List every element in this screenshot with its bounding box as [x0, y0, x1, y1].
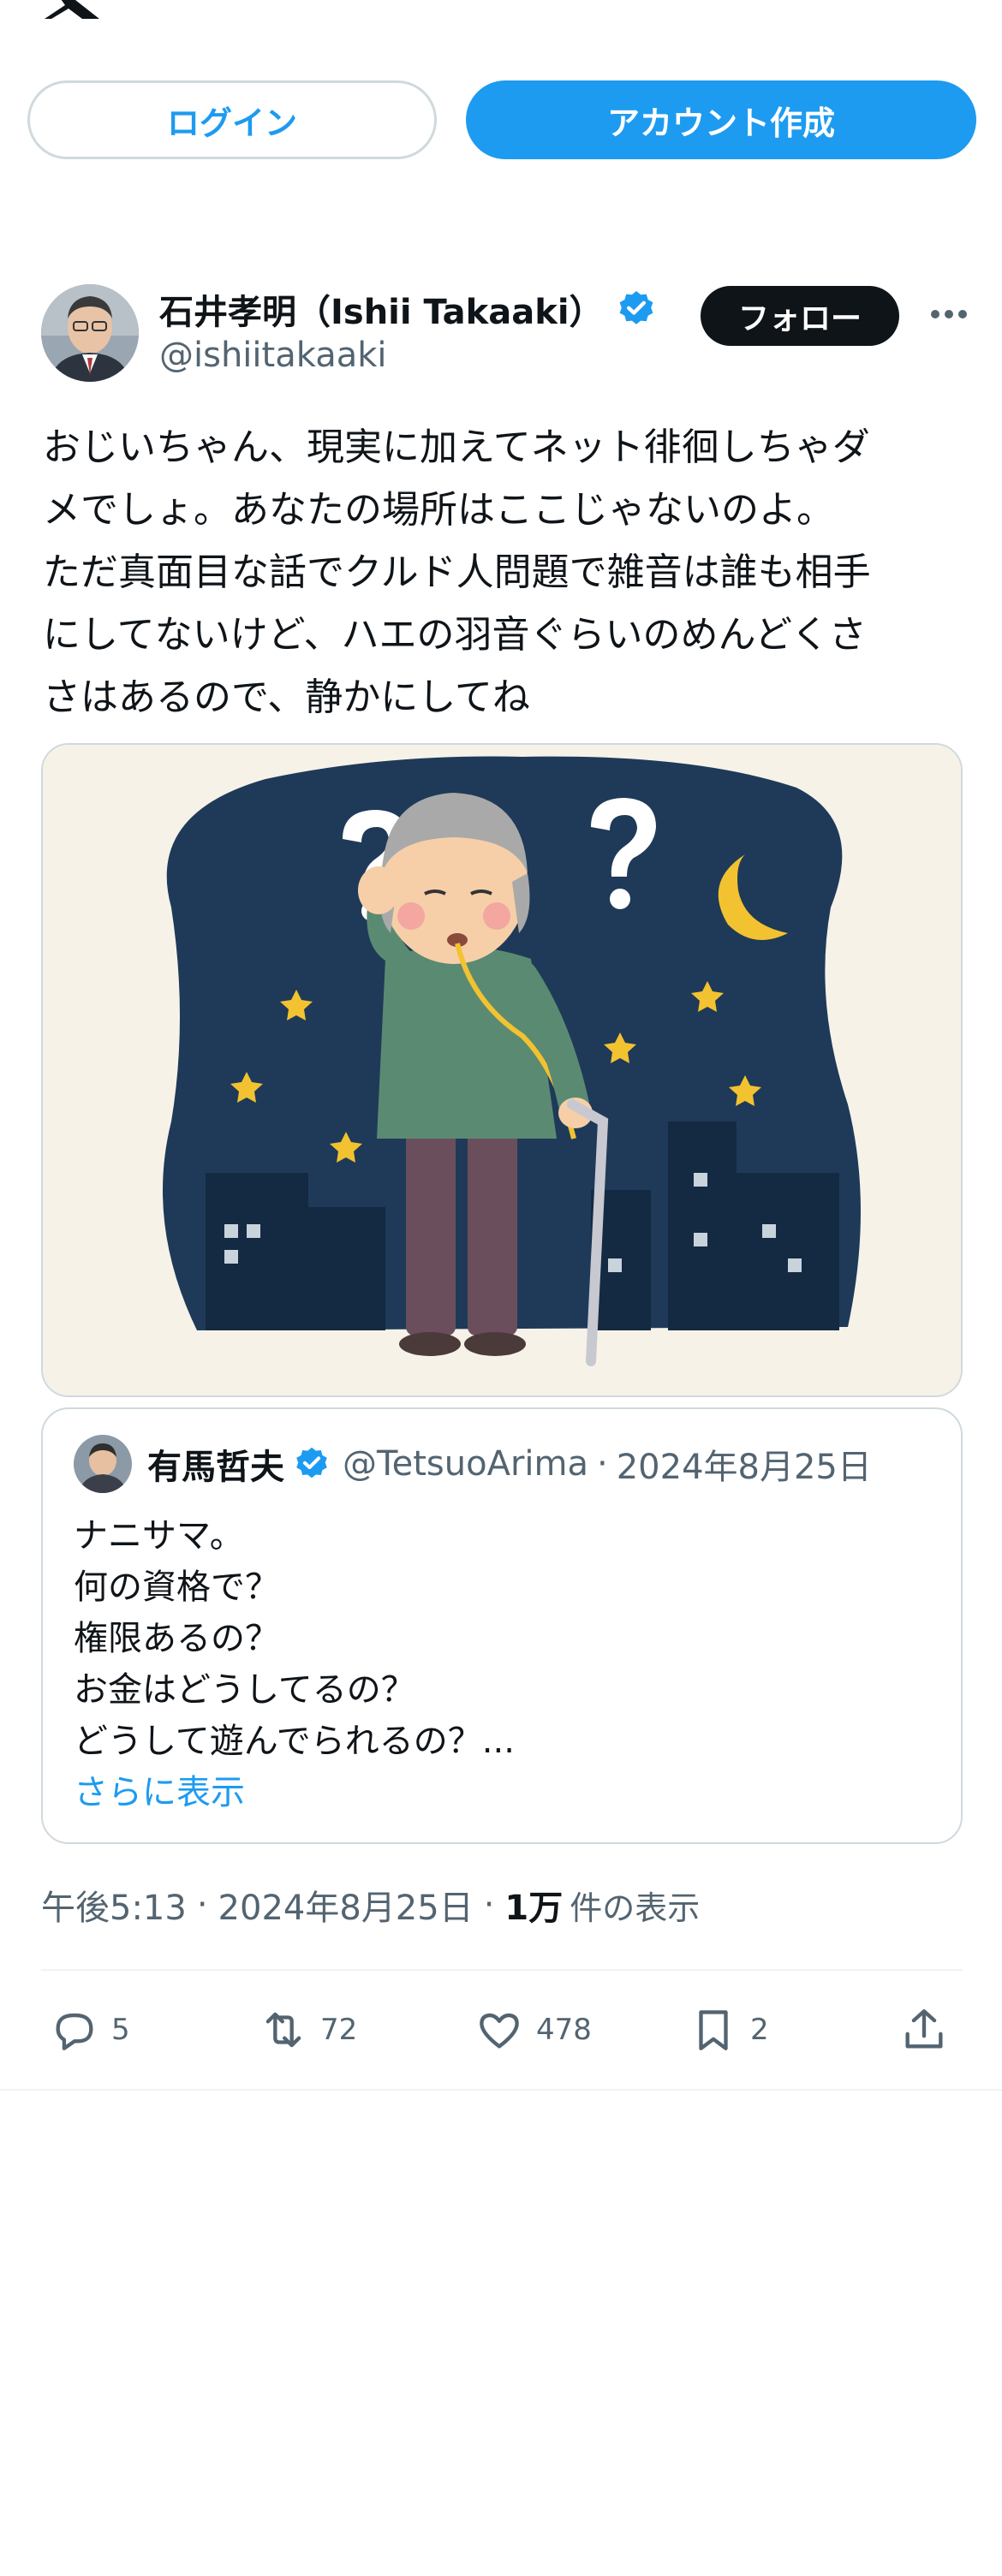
- quote-line: どうして遊んでられるの？...: [74, 1722, 515, 1761]
- quote-separator: ·: [597, 1444, 608, 1484]
- tweet-image[interactable]: [41, 743, 963, 1397]
- heart-icon: [480, 2013, 519, 2049]
- quoted-tweet[interactable]: 有馬哲夫 @TetsuoArima · 2024年8月25日 ナニサマ。 何の資…: [41, 1407, 963, 1844]
- tweet-text-line: にしてないけど、ハエの羽音ぐらいのめんどくさ: [43, 613, 867, 657]
- tweet-meta: 午後5:13 · 2024年8月25日 · 1万 件の表示: [41, 1880, 700, 1930]
- x-logo-icon[interactable]: [41, 0, 101, 19]
- author-avatar[interactable]: [41, 284, 139, 382]
- action-bar: 5 72 478 2: [41, 2000, 975, 2060]
- login-button[interactable]: ログイン: [27, 80, 437, 159]
- author-handle[interactable]: @ishiitakaaki: [159, 336, 387, 375]
- like-count: 478: [536, 2013, 592, 2047]
- repost-count: 72: [320, 2013, 358, 2047]
- meta-separator: ·: [196, 1885, 208, 1925]
- tweet-time[interactable]: 午後5:13: [41, 1880, 187, 1930]
- quote-header: 有馬哲夫 @TetsuoArima · 2024年8月25日: [74, 1435, 872, 1493]
- like-button[interactable]: 478: [474, 2000, 592, 2060]
- bookmark-button[interactable]: 2: [689, 2000, 769, 2060]
- reply-icon: [56, 2013, 93, 2050]
- reply-button[interactable]: 5: [50, 2000, 130, 2060]
- more-options-icon[interactable]: [923, 293, 975, 336]
- quote-author-avatar[interactable]: [74, 1435, 132, 1493]
- quote-author-name[interactable]: 有馬哲夫: [147, 1439, 284, 1489]
- views-label: 件の表示: [570, 1889, 701, 1927]
- signup-button[interactable]: アカウント作成: [466, 80, 976, 159]
- tweet-date[interactable]: 2024年8月25日: [218, 1880, 474, 1930]
- follow-button[interactable]: フォロー: [701, 286, 899, 346]
- tweet-header: 石井孝明（Ishii Takaaki） @ishiitakaaki フォロー: [41, 283, 975, 385]
- repost-icon: [265, 2012, 301, 2048]
- quote-author-handle[interactable]: @TetsuoArima: [343, 1444, 588, 1484]
- show-more-link[interactable]: さらに表示: [74, 1767, 515, 1818]
- reply-count: 5: [111, 2013, 130, 2047]
- quote-body: ナニサマ。 何の資格で？ 権限あるの？ お金はどうしてるの？ どうして遊んでられ…: [74, 1510, 515, 1818]
- bookmark-icon: [699, 2010, 728, 2050]
- auth-buttons: ログイン アカウント作成: [27, 80, 976, 161]
- verified-badge-icon: [619, 291, 653, 324]
- divider: [0, 2089, 1002, 2091]
- tweet-text-line: ただ真面目な話でクルド人問題で雑音は誰も相手: [43, 550, 871, 594]
- quote-line: 権限あるの？: [74, 1619, 279, 1658]
- meta-separator: ·: [483, 1885, 495, 1925]
- author-name-line: 石井孝明（Ishii Takaaki）: [159, 284, 657, 334]
- divider: [41, 1969, 963, 1971]
- share-icon: [905, 2009, 943, 2049]
- bookmark-count: 2: [750, 2013, 769, 2047]
- views-count: 1万: [504, 1889, 564, 1928]
- tweet-text-line: さはあるので、静かにしてね: [43, 675, 530, 719]
- share-button[interactable]: [899, 2000, 961, 2060]
- verified-badge-icon: [296, 1447, 327, 1478]
- tweet-text: おじいちゃん、現実に加えてネット徘徊しちゃダ メでしょ。あなたの場所はここじゃな…: [43, 416, 968, 729]
- tweet-text-line: メでしょ。あなたの場所はここじゃないのよ。: [43, 488, 834, 532]
- repost-button[interactable]: 72: [259, 2000, 357, 2060]
- tweet-text-line: おじいちゃん、現実に加えてネット徘徊しちゃダ: [43, 425, 870, 469]
- author-display-name[interactable]: 石井孝明（Ishii Takaaki）: [159, 284, 604, 334]
- quote-date[interactable]: 2024年8月25日: [617, 1439, 872, 1489]
- quote-line: ナニサマ。: [74, 1516, 244, 1556]
- quote-line: 何の資格で？: [74, 1568, 279, 1607]
- quote-line: お金はどうしてるの？: [74, 1670, 415, 1710]
